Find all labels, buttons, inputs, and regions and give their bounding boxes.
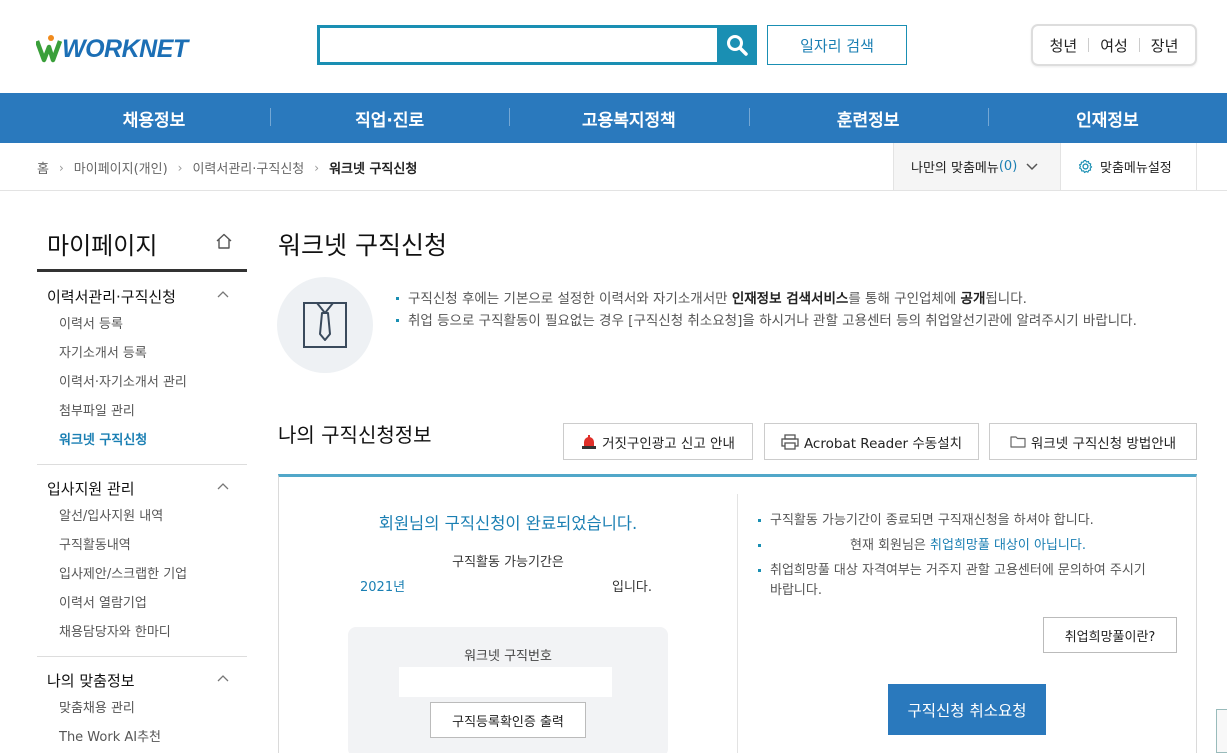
sidebar-item-intro-register[interactable]: 자기소개서 등록 (37, 345, 247, 374)
search-icon (727, 35, 748, 56)
page-title: 워크넷 구직신청 (278, 231, 447, 260)
sidebar-item-resume-register[interactable]: 이력서 등록 (37, 316, 247, 345)
nav-item-jobs[interactable]: 채용정보 (0, 106, 270, 131)
sidebar-item-attachment[interactable]: 첨부파일 관리 (37, 403, 247, 432)
intro-note: 취업 등으로 구직활동이 필요없는 경우 [구직신청 취소요청]을 하시거나 관… (395, 311, 1200, 331)
intro-note: 구직신청 후에는 기본으로 설정한 이력서와 자기소개서만 인재정보 검색서비스… (395, 289, 1200, 309)
chevron-right-icon: › (58, 160, 64, 175)
sidebar-item-viewers[interactable]: 이력서 열람기업 (37, 595, 247, 624)
target-senior-link[interactable]: 장년 (1140, 35, 1190, 56)
sidebar-section-apply: 입사지원 관리 알선/입사지원 내역 구직활동내역 입사제안/스크랩한 기업 이… (37, 478, 247, 653)
sidebar-section-title[interactable]: 이력서관리·구직신청 (37, 286, 247, 312)
chevron-down-icon (1026, 162, 1038, 170)
intro-illustration (277, 277, 373, 373)
logo-text: WORKNET (62, 35, 188, 63)
sidebar-item-offers[interactable]: 입사제안/스크랩한 기업 (37, 566, 247, 595)
sidebar-item-job-application[interactable]: 워크넷 구직신청 (37, 432, 247, 461)
scroll-top-button[interactable] (1216, 709, 1227, 753)
period-start-year: 2021년 (360, 580, 406, 595)
breadcrumb-mypage[interactable]: 마이페이지(개인) (74, 158, 168, 177)
folder-icon (1010, 436, 1026, 448)
menu-setting-label: 맞춤메뉴설정 (1100, 161, 1172, 176)
print-certificate-button[interactable]: 구직등록확인증 출력 (430, 702, 586, 738)
application-guide-button[interactable]: 워크넷 구직신청 방법안내 (989, 423, 1197, 460)
target-youth-link[interactable]: 청년 (1039, 35, 1089, 56)
my-menu-dropdown[interactable]: 나만의 맞춤메뉴 (0) (893, 143, 1060, 190)
breadcrumb-bar: 홈 › 마이페이지(개인) › 이력서관리·구직신청 › 워크넷 구직신청 나만… (0, 143, 1227, 191)
siren-icon (582, 434, 597, 449)
nav-item-training[interactable]: 훈련정보 (748, 106, 988, 131)
shirt-icon (303, 302, 347, 348)
sidebar-title: 마이페이지 (37, 224, 247, 272)
my-menu-label: 나만의 맞춤메뉴 (911, 161, 999, 176)
status-note: 취업희망풀 대상 자격여부는 거주지 관할 고용센터에 문의하여 주시기 바랍니… (757, 561, 1177, 601)
hope-pool-info-button[interactable]: 취업희망풀이란? (1043, 617, 1177, 653)
sidebar-section-label: 나의 맞춤정보 (47, 672, 135, 690)
status-note: 구직활동 가능기간이 종료되면 구직재신청을 하셔야 합니다. (757, 511, 1177, 531)
completion-message: 회원님의 구직신청이 완료되었습니다. (378, 514, 638, 533)
my-menu-count: (0) (998, 159, 1018, 174)
status-note: 현재 회원님은 취업희망풀 대상이 아닙니다. (757, 536, 1177, 556)
job-number-value (399, 667, 612, 697)
home-icon[interactable] (215, 232, 233, 250)
fake-ad-report-button[interactable]: 거짓구인광고 신고 안내 (563, 423, 753, 460)
sidebar-section-title[interactable]: 입사지원 관리 (37, 478, 247, 504)
breadcrumb: 홈 › 마이페이지(개인) › 이력서관리·구직신청 › 워크넷 구직신청 (37, 158, 418, 178)
breadcrumb-current: 워크넷 구직신청 (329, 162, 418, 177)
sidebar-section-custom: 나의 맞춤정보 맞춤채용 관리 The Work AI추천 (37, 670, 247, 753)
sidebar-item-recruiter-talk[interactable]: 채용담당자와 한마디 (37, 624, 247, 653)
chevron-up-icon (217, 675, 229, 682)
gear-icon (1078, 159, 1093, 174)
job-number-box: 워크넷 구직번호 구직등록확인증 출력 (348, 627, 668, 753)
menu-setting-button[interactable]: 맞춤메뉴설정 (1060, 143, 1197, 190)
nav-item-welfare[interactable]: 고용복지정책 (509, 106, 748, 131)
sidebar-section-label: 입사지원 관리 (47, 480, 135, 498)
cancel-application-button[interactable]: 구직신청 취소요청 (888, 684, 1046, 735)
acrobat-install-label: Acrobat Reader 수동설치 (803, 435, 963, 452)
period-end-text: 입니다. (612, 580, 653, 595)
section-title: 나의 구직신청정보 (278, 423, 432, 447)
chevron-up-icon (217, 291, 229, 298)
sidebar-section-title[interactable]: 나의 맞춤정보 (37, 670, 247, 696)
worknet-logo[interactable]: WORKNET (36, 28, 196, 68)
divider (37, 656, 247, 657)
job-number-label: 워크넷 구직번호 (464, 649, 552, 664)
printer-icon (781, 433, 799, 450)
sidebar-item-apply-history[interactable]: 알선/입사지원 내역 (37, 508, 247, 537)
divider (37, 464, 247, 465)
intro-notes: 구직신청 후에는 기본으로 설정한 이력서와 자기소개서만 인재정보 검색서비스… (395, 289, 1200, 333)
fake-ad-report-label: 거짓구인광고 신고 안내 (602, 435, 735, 452)
sidebar-title-text: 마이페이지 (47, 232, 158, 260)
sidebar-item-activity[interactable]: 구직활동내역 (37, 537, 247, 566)
chevron-right-icon: › (314, 160, 320, 175)
period-label: 구직활동 가능기간은 (452, 555, 564, 570)
job-search-button[interactable]: 일자리 검색 (767, 25, 907, 65)
sidebar-item-ai-recommend[interactable]: The Work AI추천 (37, 729, 247, 753)
search-box (317, 25, 718, 65)
breadcrumb-resume[interactable]: 이력서관리·구직신청 (192, 158, 304, 177)
sidebar-section-label: 이력서관리·구직신청 (47, 288, 176, 306)
acrobat-install-button[interactable]: Acrobat Reader 수동설치 (764, 423, 979, 460)
sidebar-section-resume: 이력서관리·구직신청 이력서 등록 자기소개서 등록 이력서·자기소개서 관리 … (37, 286, 247, 461)
main-nav: 채용정보 직업·진로 고용복지정책 훈련정보 인재정보 (0, 93, 1227, 143)
chevron-up-icon (217, 483, 229, 490)
status-notes: 구직활동 가능기간이 종료되면 구직재신청을 하셔야 합니다. 현재 회원님은 … (757, 511, 1177, 606)
breadcrumb-home[interactable]: 홈 (37, 158, 49, 177)
nav-item-talent[interactable]: 인재정보 (987, 106, 1227, 131)
target-group-menu: 청년 여성 장년 (1031, 24, 1197, 66)
divider (737, 494, 738, 753)
nav-item-career[interactable]: 직업·진로 (270, 106, 509, 131)
application-status-panel: 회원님의 구직신청이 완료되었습니다. 구직활동 가능기간은 2021년 입니다… (278, 474, 1197, 753)
sidebar-item-resume-manage[interactable]: 이력서·자기소개서 관리 (37, 374, 247, 403)
search-button[interactable] (717, 25, 757, 65)
search-input[interactable] (320, 28, 718, 62)
target-women-link[interactable]: 여성 (1089, 35, 1139, 56)
application-guide-label: 워크넷 구직신청 방법안내 (1030, 435, 1177, 452)
chevron-right-icon: › (177, 160, 183, 175)
sidebar-item-custom-jobs[interactable]: 맞춤채용 관리 (37, 700, 247, 729)
